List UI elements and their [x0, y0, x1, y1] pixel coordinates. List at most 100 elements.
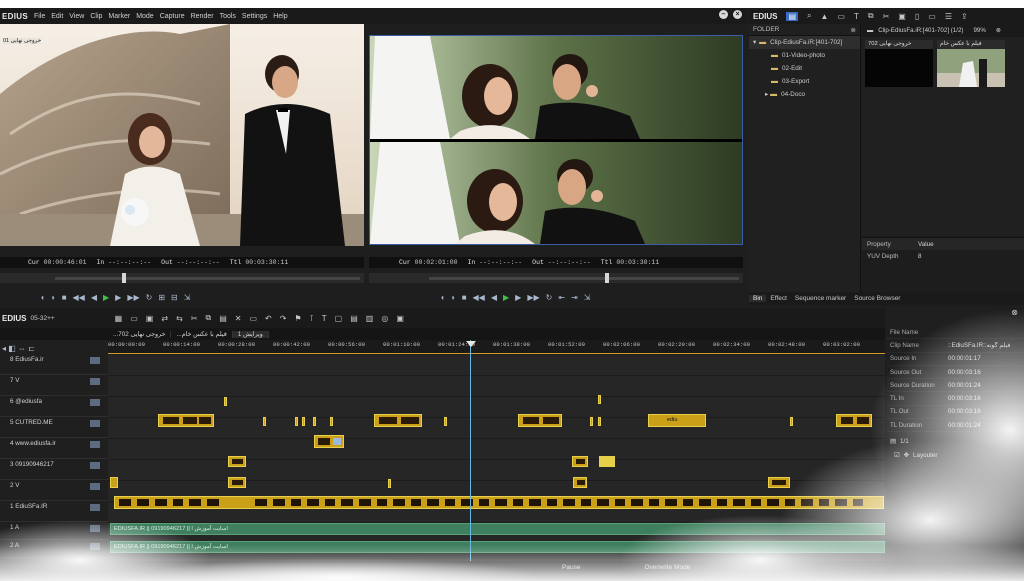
timeline-clip[interactable] — [302, 417, 305, 426]
timeline-clip[interactable] — [598, 395, 601, 404]
add-icon[interactable]: ▭ — [249, 314, 257, 323]
collapse-icon[interactable]: ▾ — [753, 39, 756, 46]
timeline-clip[interactable] — [295, 417, 298, 426]
collapse-icon[interactable]: ◂ — [2, 344, 6, 353]
link-icon[interactable]: ⇔ — [18, 344, 26, 353]
fast-forward-icon[interactable]: ▶▶ — [127, 293, 139, 302]
track-head[interactable]: 1 A — [0, 522, 108, 540]
delete-icon[interactable]: ▯ — [915, 12, 919, 21]
checkbox-icon[interactable]: ☑ — [894, 452, 900, 459]
step-forward-icon[interactable]: ▶ — [515, 293, 521, 302]
main-track-clip[interactable] — [114, 496, 884, 509]
paste-icon[interactable]: ▤ — [219, 314, 227, 323]
set-out-icon[interactable]: ◗ — [51, 293, 56, 302]
set-out-icon[interactable]: ◗ — [451, 293, 456, 302]
export-icon[interactable]: ⇲ — [184, 293, 191, 302]
cut-icon[interactable]: ✂ — [191, 314, 198, 323]
set-in-icon[interactable]: ◖ — [40, 293, 45, 302]
timeline-clip[interactable] — [263, 417, 266, 426]
folder-item[interactable]: ▬ 01-Video-photo — [749, 49, 860, 62]
minimize-icon[interactable]: – — [719, 10, 728, 19]
marker-icon[interactable]: ⚑ — [294, 314, 301, 323]
loop-icon[interactable]: ↻ — [546, 293, 553, 302]
tab-bin[interactable]: Bin — [749, 295, 767, 302]
title-icon[interactable]: T — [854, 12, 859, 21]
track-toggle-icon[interactable] — [90, 357, 100, 364]
play-icon[interactable]: ▶ — [503, 293, 509, 302]
player-scrub-handle[interactable] — [122, 273, 126, 283]
paste-icon[interactable]: ▣ — [898, 12, 906, 21]
copy-icon[interactable]: ⧉ — [868, 11, 874, 21]
trim-out-icon[interactable]: ⇥ — [571, 293, 578, 302]
snap-icon[interactable]: ⊺ — [310, 314, 314, 323]
track-toggle-icon[interactable] — [90, 441, 100, 448]
menu-file[interactable]: File — [34, 13, 45, 20]
close-icon[interactable]: × — [733, 10, 742, 19]
sequence-tab[interactable]: ...فیلم با عکس خام — [171, 330, 233, 338]
clip-thumbnail[interactable]: فیلم با عکس خام — [937, 40, 1005, 87]
track-toggle-icon[interactable] — [90, 483, 100, 490]
sync-icon[interactable]: ⇆ — [176, 314, 183, 323]
magnet-icon[interactable]: ⊏ — [28, 344, 35, 353]
layouter-label[interactable]: Layouter — [913, 452, 938, 459]
close-icon[interactable]: ⊗ — [991, 27, 1006, 34]
folder-item[interactable]: ▸ ▬ 04-Doco — [749, 88, 860, 101]
track-head[interactable]: 5 CUTRED.ME — [0, 417, 108, 438]
menu-clip[interactable]: Clip — [90, 13, 102, 20]
timeline-clip[interactable] — [314, 435, 344, 448]
timeline-ruler[interactable]: 00:00:00:00 00:00:14:00 00:00:28:00 00:0… — [108, 340, 885, 354]
track-toggle-icon[interactable] — [90, 378, 100, 385]
timeline-clip[interactable] — [573, 477, 587, 488]
delete-icon[interactable]: ✕ — [235, 314, 242, 323]
playhead[interactable] — [470, 340, 471, 561]
up-icon[interactable]: ▲ — [821, 12, 829, 21]
timeline-clip[interactable] — [836, 414, 872, 427]
recorder-scrub-handle[interactable] — [605, 273, 609, 283]
track-head[interactable]: 2 A — [0, 540, 108, 558]
properties-icon[interactable]: ☰ — [945, 12, 952, 21]
audio-clip[interactable]: EDIUSFA.IR || 09190946217 || اسایت آموزش… — [110, 541, 885, 553]
timeline-tracks[interactable]: ediu EDIUSFA.IR || 09190946217 || اسایت … — [108, 355, 885, 561]
track-head[interactable]: 1 EdiuSFa.IR — [0, 501, 108, 522]
timeline-clip[interactable] — [110, 477, 118, 488]
stop-icon[interactable]: ■ — [62, 293, 67, 302]
timeline-clip[interactable] — [224, 397, 227, 406]
redo-icon[interactable]: ↷ — [280, 314, 287, 323]
track-head[interactable]: 4 www.ediusfa.ir — [0, 438, 108, 459]
audio-clip[interactable]: EDIUSFA.IR || 09190946217 || اسایت آموزش… — [110, 523, 885, 535]
clip-thumbnail[interactable]: خروجی نهایی 702 — [865, 40, 933, 87]
export-icon[interactable]: ⇲ — [584, 293, 591, 302]
player-scrub-bar[interactable] — [0, 273, 364, 283]
tab-effect[interactable]: Effect — [766, 295, 791, 302]
timeline-clip[interactable] — [374, 414, 422, 427]
mixer-icon[interactable]: ▤ — [350, 314, 358, 323]
track-head[interactable]: 3 09190946217 — [0, 459, 108, 480]
timeline-clip[interactable] — [228, 477, 246, 488]
copy-icon[interactable]: ⧉ — [205, 313, 211, 323]
folder-view-icon[interactable]: ▤ — [786, 11, 799, 21]
track-head[interactable]: 7 V — [0, 375, 108, 396]
ripple-icon[interactable]: ⇄ — [161, 314, 168, 323]
output-icon[interactable]: ▣ — [396, 314, 404, 323]
close-icon[interactable]: ⊗ — [851, 26, 856, 34]
loop-icon[interactable]: ↻ — [146, 293, 153, 302]
timeline-clip[interactable] — [518, 414, 562, 427]
menu-edit[interactable]: Edit — [51, 13, 63, 20]
step-back-icon[interactable]: ◀ — [91, 293, 97, 302]
track-toggle-icon[interactable] — [90, 504, 100, 511]
timeline-clip[interactable] — [158, 414, 214, 427]
track-head[interactable]: 8 EdiusFa.ir — [0, 354, 108, 375]
vectorscope-icon[interactable]: ◎ — [381, 314, 388, 323]
clip-folder-tab[interactable]: Clip-EdiusFa.iR:[401-702] (1/2) — [878, 27, 968, 34]
folder-root[interactable]: ▾ ▬ Clip-EdiusFa.iR:[401-702] — [749, 36, 860, 49]
open-icon[interactable]: ▭ — [130, 314, 138, 323]
timeline-clip[interactable] — [598, 417, 601, 426]
export-icon[interactable]: ⇪ — [961, 12, 968, 21]
playhead-handle[interactable] — [466, 341, 476, 347]
step-back-icon[interactable]: ◀ — [491, 293, 497, 302]
rewind-icon[interactable]: ◀◀ — [73, 293, 85, 302]
step-forward-icon[interactable]: ▶ — [115, 293, 121, 302]
cut-icon[interactable]: ✂ — [883, 12, 890, 21]
timeline-clip[interactable] — [572, 456, 588, 467]
menu-view[interactable]: View — [69, 13, 84, 20]
